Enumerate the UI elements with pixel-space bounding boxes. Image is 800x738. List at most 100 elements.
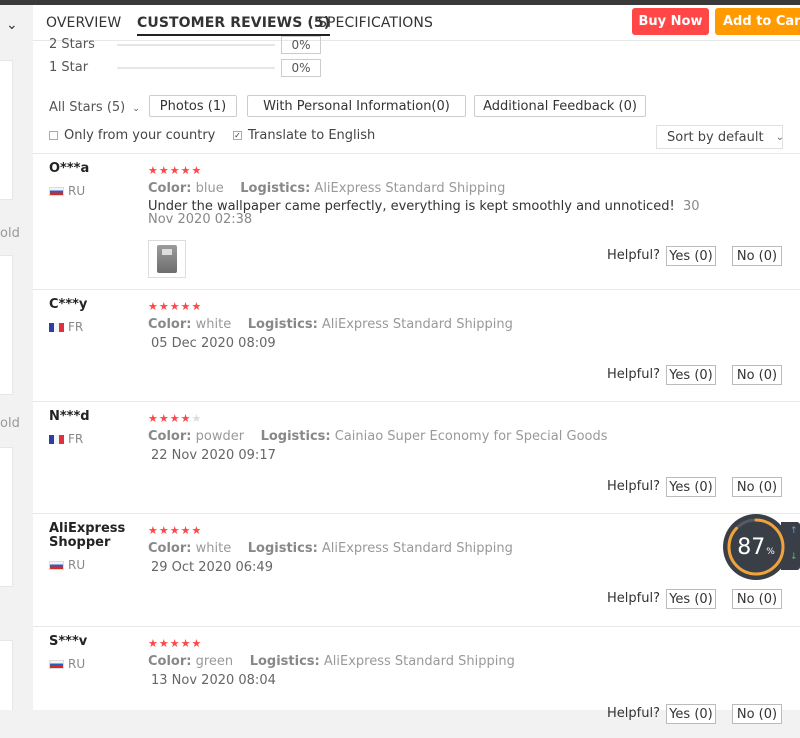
helpful-no-button[interactable]: No (0)	[732, 477, 782, 497]
reviewer-country: FR	[49, 320, 83, 334]
checkbox-icon[interactable]	[49, 131, 58, 140]
left-card	[0, 447, 13, 587]
color-value: blue	[195, 181, 224, 196]
tab-specifications[interactable]: SPECIFICATIONS	[318, 15, 433, 31]
helpful-label: Helpful?	[607, 706, 660, 721]
filter-personal-info-button[interactable]: With Personal Information(0)	[247, 95, 466, 117]
review-meta: Color: blue Logistics: AliExpress Standa…	[148, 181, 505, 196]
flag-ru-icon	[49, 659, 64, 669]
helpful-yes-button[interactable]: Yes (0)	[666, 477, 716, 497]
logistics-label: Logistics:	[247, 317, 318, 332]
country-code: RU	[68, 184, 86, 198]
rating-label: 1 Star	[49, 60, 89, 75]
helpful-no-button[interactable]: No (0)	[732, 365, 782, 385]
star-icon: ★★★★★	[148, 524, 203, 537]
country-code: RU	[68, 657, 86, 671]
color-label: Color:	[148, 317, 192, 332]
product-photo	[157, 245, 177, 273]
review-photo-thumbnail[interactable]	[148, 240, 186, 278]
all-stars-label: All Stars (5)	[49, 100, 126, 115]
left-snippet: old	[0, 226, 20, 241]
review-date: 29 Oct 2020 06:49	[151, 560, 273, 575]
helpful-label: Helpful?	[607, 479, 660, 494]
only-country-option[interactable]: Only from your country	[49, 128, 215, 143]
reviewer-country: RU	[49, 184, 85, 198]
tab-overview[interactable]: OVERVIEW	[46, 15, 121, 31]
color-label: Color:	[148, 181, 192, 196]
review-date: 05 Dec 2020 08:09	[151, 336, 276, 351]
color-label: Color:	[148, 429, 192, 444]
helpful-no-button[interactable]: No (0)	[732, 589, 782, 609]
color-label: Color:	[148, 541, 192, 556]
filter-photos-button[interactable]: Photos (1)	[149, 95, 237, 117]
review-meta: Color: powder Logistics: Cainiao Super E…	[148, 429, 608, 444]
sort-dropdown[interactable]: Sort by default ⌄	[656, 125, 784, 149]
left-card	[0, 255, 13, 395]
gauge-unit: %	[766, 546, 775, 557]
star-rating: ★★★★★	[148, 300, 202, 313]
left-sidebar-partial: ⌄ old old	[0, 5, 33, 710]
reviewer-country: RU	[49, 558, 85, 572]
flag-fr-icon	[49, 434, 64, 444]
left-card	[0, 640, 13, 710]
rating-percent: 0%	[281, 36, 321, 54]
flag-ru-icon	[49, 186, 64, 196]
star-rating: ★★★★★	[148, 637, 202, 650]
chevron-down-icon: ⌄	[775, 131, 784, 143]
flag-ru-icon	[49, 560, 64, 570]
helpful-yes-button[interactable]: Yes (0)	[666, 365, 716, 385]
helpful-yes-button[interactable]: Yes (0)	[666, 704, 716, 724]
logistics-label: Logistics:	[260, 429, 331, 444]
review-item: AliExpress Shopper RU ★★★★★ Color: white…	[33, 513, 800, 626]
star-icon: ★★★★★	[148, 300, 203, 313]
logistics-value: AliExpress Standard Shipping	[314, 181, 506, 196]
sort-label: Sort by default	[667, 129, 764, 145]
star-rating: ★★★★★	[148, 524, 202, 537]
helpful-yes-button[interactable]: Yes (0)	[666, 589, 716, 609]
star-icon: ★★★★★	[148, 637, 203, 650]
review-text: Under the wallpaper came perfectly, ever…	[148, 200, 728, 226]
helpful-yes-button[interactable]: Yes (0)	[666, 246, 716, 266]
logistics-label: Logistics:	[240, 181, 311, 196]
helpful-no-button[interactable]: No (0)	[732, 246, 782, 266]
helpful-label: Helpful?	[607, 248, 660, 263]
reviewer-name: C***y	[49, 297, 88, 312]
star-rating: ★★★★★	[148, 412, 202, 425]
rating-percent: 0%	[281, 59, 321, 77]
left-snippet: old	[0, 416, 20, 431]
left-card	[0, 60, 13, 200]
review-item: O***a RU ★★★★★ Color: blue Logistics: Al…	[33, 153, 800, 289]
add-to-cart-button[interactable]: Add to Cart	[715, 8, 800, 35]
memory-gauge-widget[interactable]: 87%	[723, 514, 789, 580]
helpful-label: Helpful?	[607, 591, 660, 606]
reviewer-name: S***v	[49, 634, 88, 649]
color-label: Color:	[148, 654, 192, 669]
translate-option[interactable]: ✓ Translate to English	[233, 128, 375, 143]
review-meta: Color: green Logistics: AliExpress Stand…	[148, 654, 515, 669]
translate-label: Translate to English	[248, 128, 376, 143]
tab-bar: OVERVIEW CUSTOMER REVIEWS (5) SPECIFICAT…	[33, 5, 800, 41]
flag-fr-icon	[49, 322, 64, 332]
only-country-label: Only from your country	[64, 128, 216, 143]
logistics-value: AliExpress Standard Shipping	[321, 541, 513, 556]
review-meta: Color: white Logistics: AliExpress Stand…	[148, 541, 513, 556]
review-date: 22 Nov 2020 09:17	[151, 448, 276, 463]
color-value: green	[195, 654, 234, 669]
checkbox-checked-icon[interactable]: ✓	[233, 131, 242, 140]
product-detail-panel: OVERVIEW CUSTOMER REVIEWS (5) SPECIFICAT…	[33, 5, 800, 724]
tab-customer-reviews[interactable]: CUSTOMER REVIEWS (5)	[137, 15, 331, 36]
rating-bar	[117, 67, 275, 69]
chevron-down-icon[interactable]: ⌄	[6, 17, 18, 33]
rating-label: 2 Stars	[49, 37, 95, 52]
rating-row-1-star: 1 Star 0%	[49, 59, 321, 77]
download-arrow-icon: ↓	[790, 552, 798, 562]
country-code: FR	[68, 320, 84, 334]
all-stars-dropdown[interactable]: All Stars (5) ⌄	[49, 100, 140, 115]
country-code: FR	[68, 432, 84, 446]
rating-bar	[117, 44, 275, 46]
filter-additional-feedback-button[interactable]: Additional Feedback (0)	[474, 95, 646, 117]
color-value: white	[195, 317, 232, 332]
star-icon: ★★★★	[148, 412, 192, 425]
buy-now-button[interactable]: Buy Now	[632, 8, 709, 35]
helpful-no-button[interactable]: No (0)	[732, 704, 782, 724]
